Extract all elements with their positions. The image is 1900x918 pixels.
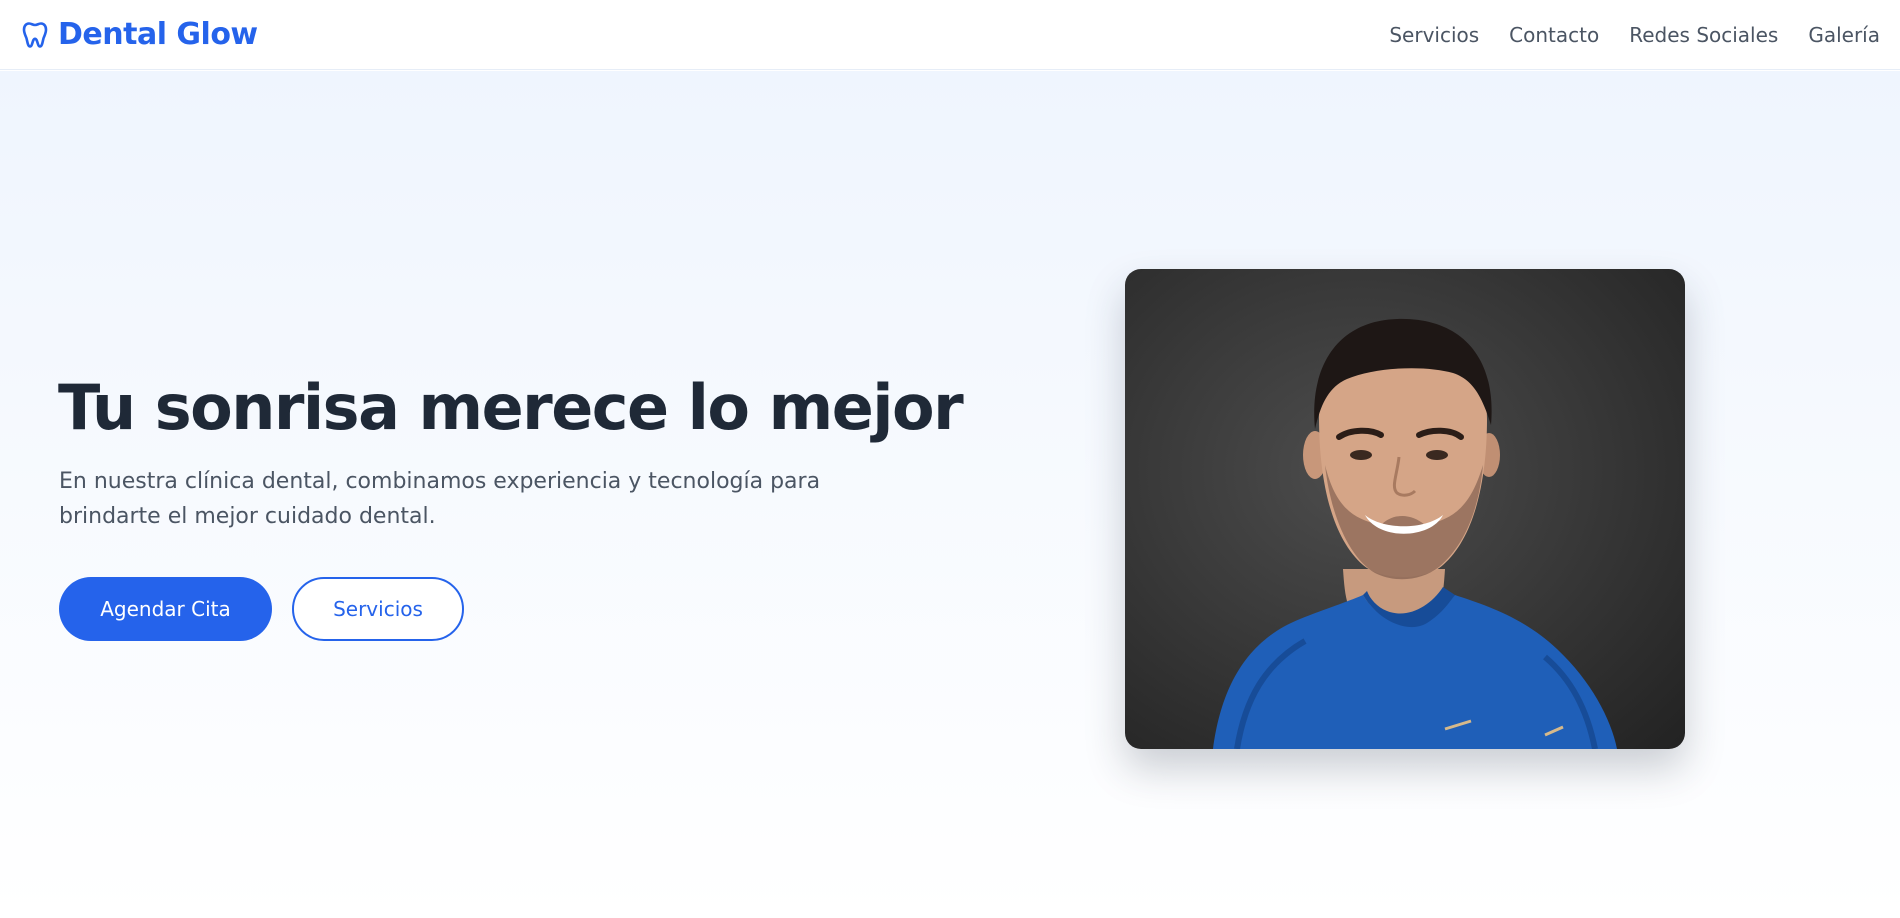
hero-subtitle: En nuestra clínica dental, combinamos ex… — [59, 469, 821, 529]
main-nav: Servicios Contacto Redes Sociales Galerí… — [1389, 23, 1880, 47]
nav-link-redes-sociales[interactable]: Redes Sociales — [1629, 23, 1778, 47]
hero-section: Tu sonrisa merece lo mejor En nuestra cl… — [0, 71, 1900, 918]
brand-logo[interactable]: Dental Glow — [22, 17, 258, 52]
navbar: Dental Glow Servicios Contacto Redes Soc… — [0, 0, 1900, 70]
nav-link-contacto[interactable]: Contacto — [1509, 23, 1599, 47]
dentist-photo — [1125, 269, 1685, 749]
nav-link-servicios[interactable]: Servicios — [1389, 23, 1479, 47]
tooth-icon — [22, 21, 48, 49]
hero-title: Tu sonrisa merece lo mejor — [58, 371, 964, 444]
agendar-cita-button[interactable]: Agendar Cita — [59, 577, 272, 641]
servicios-button[interactable]: Servicios — [292, 577, 464, 641]
nav-link-galeria[interactable]: Galería — [1808, 23, 1880, 47]
brand-name: Dental Glow — [58, 17, 258, 52]
